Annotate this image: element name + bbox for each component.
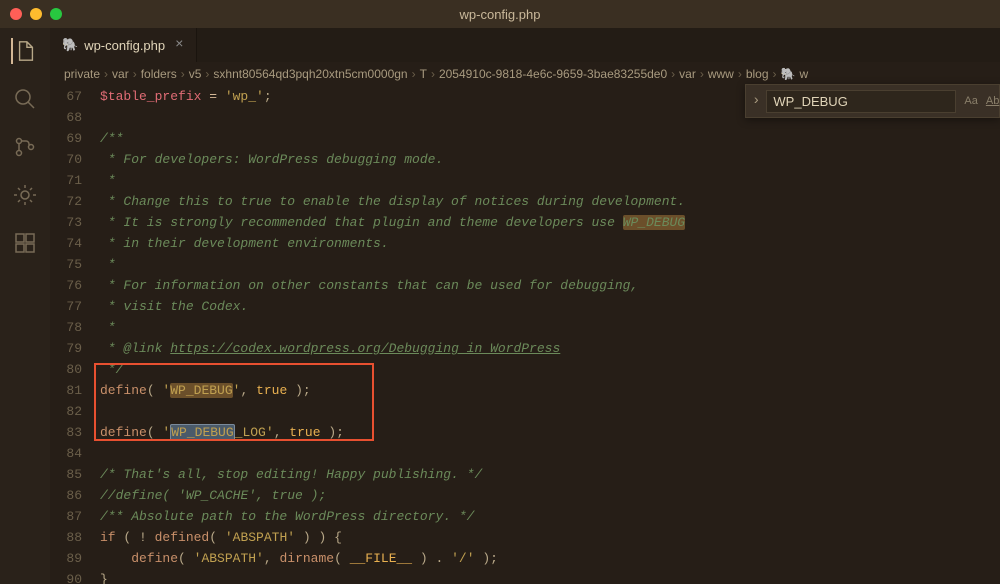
maximize-window-button[interactable]	[50, 8, 62, 20]
tab-wp-config[interactable]: 🐘 wp-config.php ×	[50, 28, 197, 62]
breadcrumbs[interactable]: private› var› folders› v5› sxhnt80564qd3…	[50, 62, 1000, 86]
window-title: wp-config.php	[460, 7, 541, 22]
chevron-right-icon[interactable]: ›	[752, 93, 760, 109]
breadcrumb-item[interactable]: sxhnt80564qd3pqh20xtn5cm0000gn	[213, 67, 407, 81]
source-control-icon[interactable]	[12, 134, 38, 160]
breadcrumb-item[interactable]: var	[112, 67, 129, 81]
find-widget: › Aa Ab .*	[745, 84, 1000, 118]
code-editor[interactable]: 6768697071727374757677787980818283848586…	[50, 86, 1000, 584]
code-lines[interactable]: $table_prefix = 'wp_'; /** * For develop…	[100, 86, 1000, 584]
php-file-icon: 🐘	[781, 67, 796, 81]
breadcrumb-item[interactable]: blog	[746, 67, 769, 81]
breadcrumb-item[interactable]: T	[420, 67, 427, 81]
breadcrumb-item[interactable]: var	[679, 67, 696, 81]
match-word-button[interactable]: Ab	[984, 93, 1000, 109]
close-window-button[interactable]	[10, 8, 22, 20]
breadcrumb-item[interactable]: private	[64, 67, 100, 81]
tabs-bar: 🐘 wp-config.php ×	[50, 28, 1000, 62]
php-file-icon: 🐘	[62, 38, 78, 53]
close-icon[interactable]: ×	[175, 37, 183, 53]
breadcrumb-item[interactable]: www	[708, 67, 734, 81]
extensions-icon[interactable]	[12, 230, 38, 256]
breadcrumb-item[interactable]: w	[799, 67, 808, 81]
titlebar: wp-config.php	[0, 0, 1000, 28]
minimize-window-button[interactable]	[30, 8, 42, 20]
line-numbers: 6768697071727374757677787980818283848586…	[50, 86, 100, 584]
activity-bar	[0, 28, 50, 584]
find-input[interactable]	[766, 90, 956, 113]
tab-label: wp-config.php	[84, 38, 165, 53]
search-icon[interactable]	[12, 86, 38, 112]
explorer-icon[interactable]	[11, 38, 37, 64]
debug-icon[interactable]	[12, 182, 38, 208]
match-case-button[interactable]: Aa	[962, 93, 979, 109]
breadcrumb-item[interactable]: v5	[189, 67, 202, 81]
traffic-lights	[10, 8, 62, 20]
breadcrumb-item[interactable]: folders	[141, 67, 177, 81]
breadcrumb-item[interactable]: 2054910c-9818-4e6c-9659-3bae83255de0	[439, 67, 667, 81]
